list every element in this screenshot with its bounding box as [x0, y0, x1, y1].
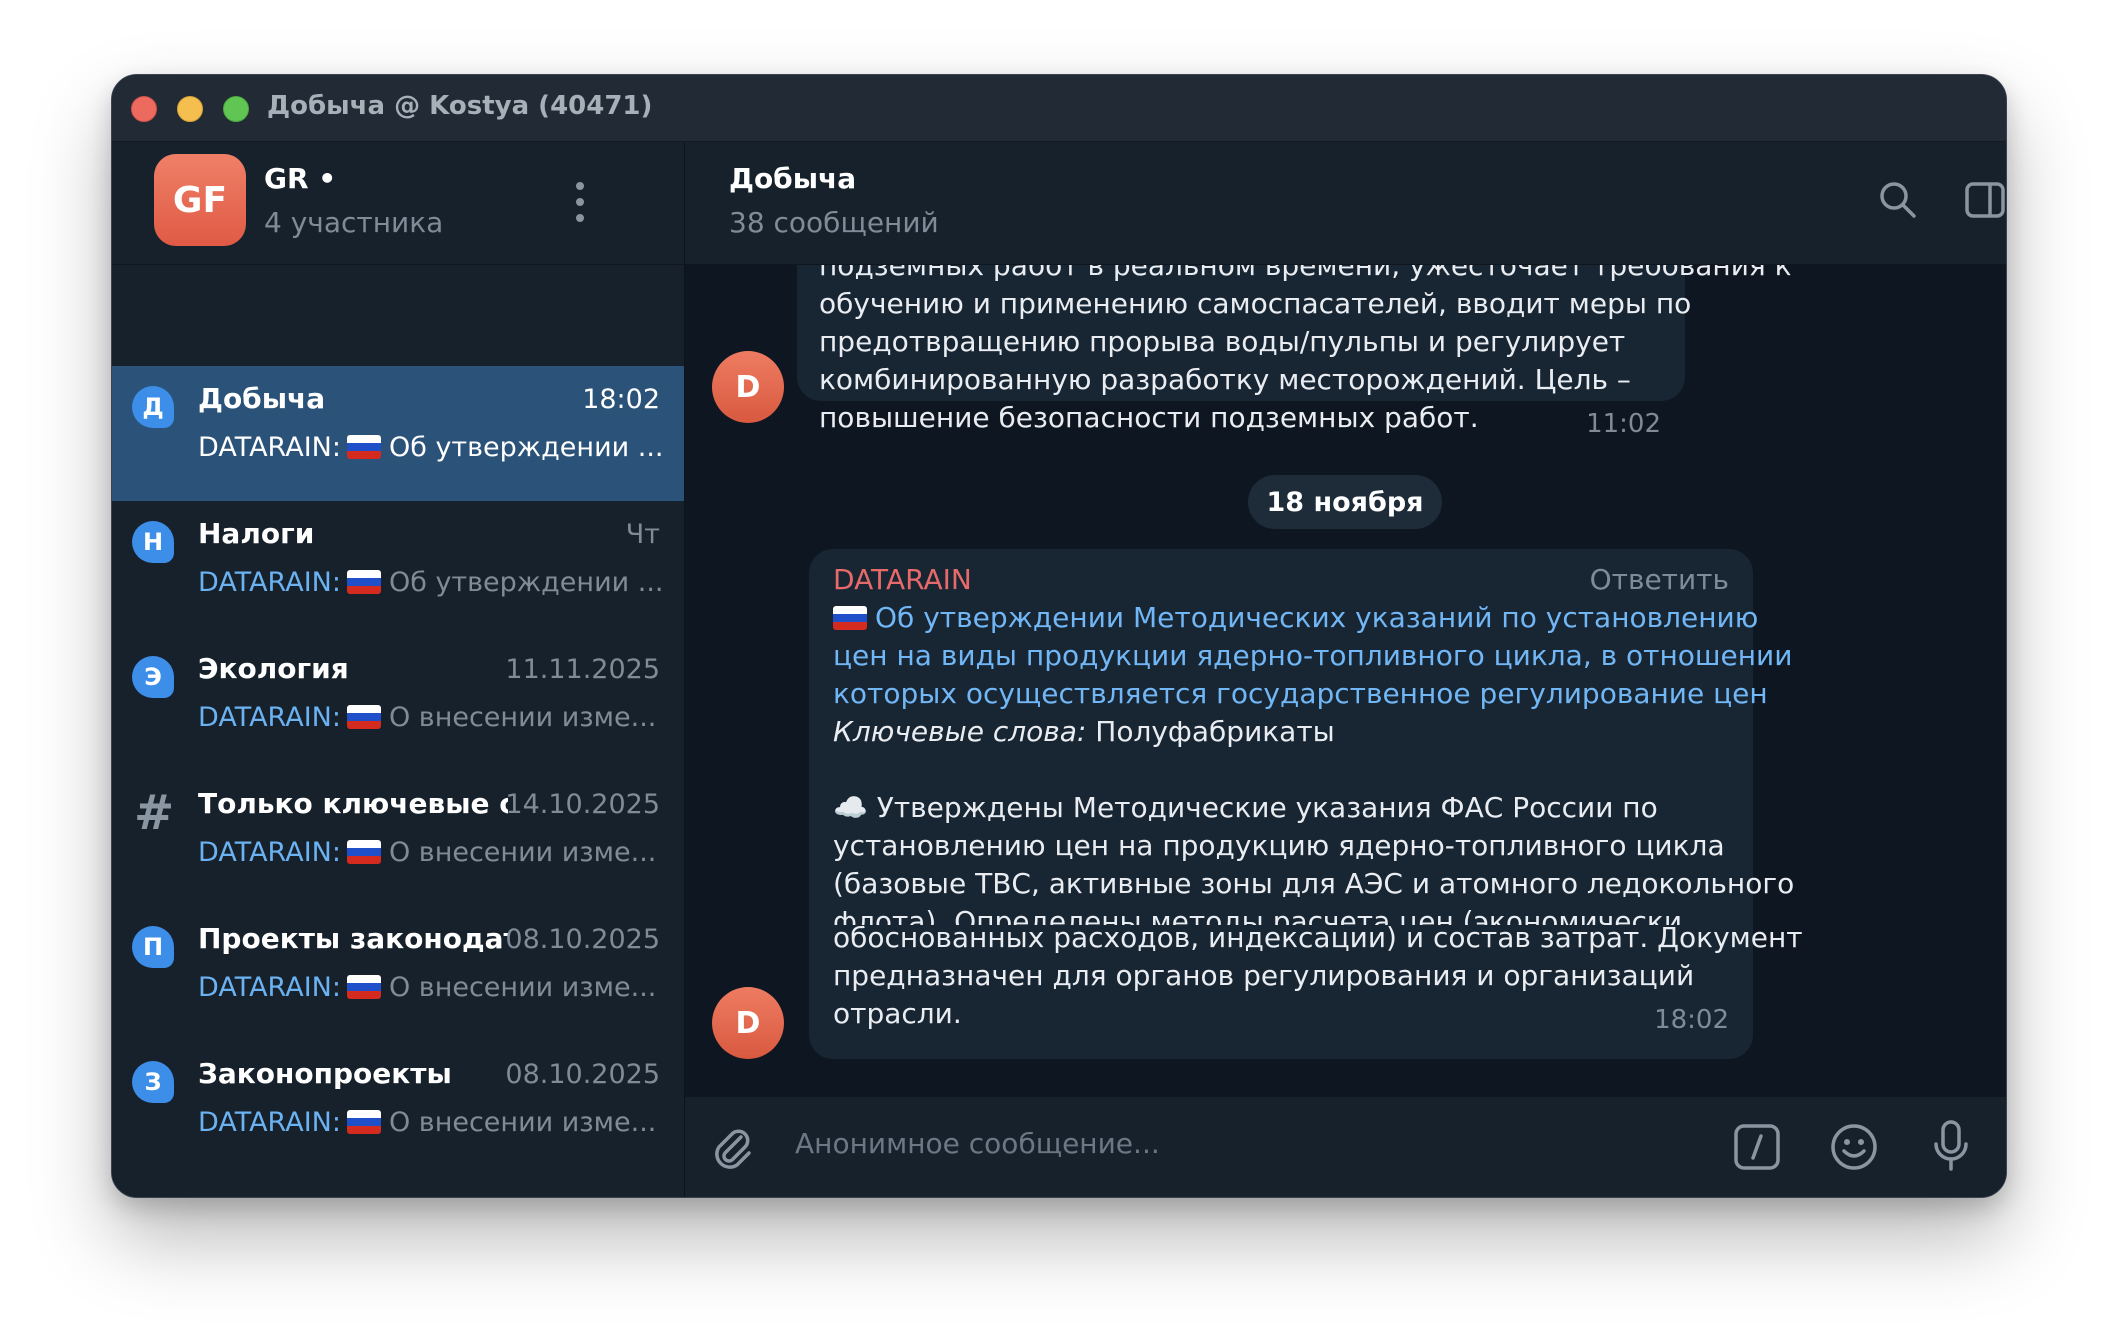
chat-avatar-icon: Д	[132, 386, 174, 428]
cloud-icon: ☁️	[833, 791, 868, 824]
chat-item-tolko-klyuchevye[interactable]: # Только ключевые с... 14.10.2025 DATARA…	[112, 771, 684, 906]
message-link[interactable]: цен на виды продукции ядерно-топливного …	[833, 637, 1792, 675]
emoji-icon[interactable]	[1830, 1123, 1878, 1171]
chat-list-panel: GF GR • 4 участника Д Добыча 18:02 DATAR…	[112, 142, 685, 1197]
chat-name: Экология	[198, 652, 349, 685]
chat-name: Только ключевые с...	[198, 787, 508, 820]
chat-item-proekty[interactable]: П Проекты законодат... 08.10.2025 DATARA…	[112, 906, 684, 1041]
group-avatar[interactable]: GF	[154, 154, 246, 246]
message-body-line: отрасли.	[833, 997, 962, 1030]
bot-commands-icon[interactable]	[1733, 1123, 1781, 1171]
chat-item-zakonoproekty[interactable]: З Законопроекты 08.10.2025 DATARAIN: О вн…	[112, 1041, 684, 1176]
close-window-button[interactable]	[131, 96, 157, 122]
chat-item-dobycha[interactable]: Д Добыча 18:02 DATARAIN: Об утверждении .…	[112, 366, 684, 501]
sidebar-toggle-icon[interactable]	[1964, 180, 2006, 220]
group-menu-icon[interactable]	[575, 182, 585, 222]
message-body-line: ☁️ Утверждены Методические указания ФАС …	[833, 791, 1658, 824]
group-header[interactable]: GF GR • 4 участника	[112, 142, 684, 265]
chat-preview: DATARAIN: О внесении изме...	[198, 972, 657, 1003]
message-time: 18:02	[1654, 1005, 1729, 1035]
sender-avatar[interactable]: D	[712, 351, 784, 423]
message-list: подземных работ в реальном времени, ужес…	[685, 265, 2006, 1097]
conversation-title: Добыча	[729, 162, 857, 195]
attach-icon[interactable]	[711, 1125, 755, 1173]
conversation-header[interactable]: Добыча 38 сообщений	[685, 142, 2006, 265]
russia-flag-icon	[346, 840, 381, 864]
conversation-panel: Добыча 38 сообщений подземных работ в ре…	[685, 142, 2006, 1197]
russia-flag-icon	[346, 570, 381, 594]
russia-flag-icon	[346, 435, 381, 459]
chat-item-nalogi[interactable]: Н Налоги Чт DATARAIN: Об утверждении ...	[112, 501, 684, 636]
date-separator: 18 ноября	[1248, 475, 1442, 529]
maximize-window-button[interactable]	[223, 96, 249, 122]
message-body-line: предназначен для органов регулирования и…	[833, 959, 1695, 992]
message-bubble[interactable]: DATARAIN Ответить Об утверждении Методич…	[809, 549, 1794, 947]
title-bar: Добыча @ Kostya (40471)	[112, 75, 2006, 142]
sender-avatar[interactable]: D	[712, 987, 784, 1059]
chat-time: 18:02	[582, 384, 660, 415]
group-name: GR •	[264, 162, 337, 195]
message-link[interactable]: Об утверждении Методических указаний по …	[833, 599, 1758, 637]
message-composer: Анонимное сообщение...	[685, 1096, 2006, 1197]
window-title: Добыча @ Kostya (40471)	[267, 91, 653, 121]
russia-flag-icon	[346, 975, 381, 999]
chat-preview: DATARAIN: О внесении изме...	[198, 837, 657, 868]
chat-time: 11.11.2025	[505, 654, 660, 685]
search-icon[interactable]	[1878, 180, 1918, 220]
message-bubble[interactable]: подземных работ в реальном времени, ужес…	[797, 265, 1792, 439]
chat-name: Законопроекты	[198, 1057, 452, 1090]
message-body-line: (базовые ТВС, активные зоны для АЭС и ат…	[833, 867, 1795, 900]
chat-name: Проекты законодат...	[198, 922, 508, 955]
hashtag-icon: #	[134, 785, 175, 841]
group-members: 4 участника	[264, 206, 444, 239]
chat-avatar-icon: Н	[132, 521, 174, 563]
minimize-window-button[interactable]	[177, 96, 203, 122]
chat-preview: DATARAIN: Об утверждении ...	[198, 432, 664, 463]
chat-time: 08.10.2025	[505, 1059, 660, 1090]
russia-flag-icon	[346, 705, 381, 729]
microphone-icon[interactable]	[1931, 1119, 1971, 1173]
chat-time: Чт	[625, 519, 660, 550]
conversation-message-count: 38 сообщений	[729, 206, 939, 239]
message-keywords: Ключевые слова: Полуфабрикаты	[833, 715, 1335, 748]
chat-time: 08.10.2025	[505, 924, 660, 955]
message-body-line: установлению цен на продукцию ядерно-топ…	[833, 829, 1725, 862]
message-body-line: обоснованных расходов, индексации) и сос…	[833, 921, 1803, 954]
russia-flag-icon	[833, 606, 867, 630]
chat-preview: DATARAIN: Об утверждении ...	[198, 567, 664, 598]
app-window: Добыча @ Kostya (40471) GF GR • 4 участн…	[111, 74, 2007, 1198]
russia-flag-icon	[346, 1110, 381, 1134]
message-input[interactable]: Анонимное сообщение...	[795, 1127, 1160, 1160]
reply-button[interactable]: Ответить	[1590, 561, 1729, 599]
message-time: 11:02	[1586, 409, 1661, 439]
chat-time: 14.10.2025	[505, 789, 660, 820]
message-sender[interactable]: DATARAIN	[833, 561, 972, 599]
chat-avatar-icon: З	[132, 1061, 174, 1103]
chat-name: Добыча	[198, 382, 326, 415]
chat-name: Налоги	[198, 517, 315, 550]
chat-avatar-icon: П	[132, 926, 174, 968]
chat-avatar-icon: Э	[132, 656, 174, 698]
chat-preview: DATARAIN: О внесении изме...	[198, 1107, 657, 1138]
chat-preview: DATARAIN: О внесении изме...	[198, 702, 657, 733]
message-bubble-continuation: обоснованных расходов, индексации) и сос…	[809, 921, 1803, 1059]
message-link[interactable]: которых осуществляется государственное р…	[833, 675, 1768, 713]
chat-item-ekologiya[interactable]: Э Экология 11.11.2025 DATARAIN: О внесени…	[112, 636, 684, 771]
